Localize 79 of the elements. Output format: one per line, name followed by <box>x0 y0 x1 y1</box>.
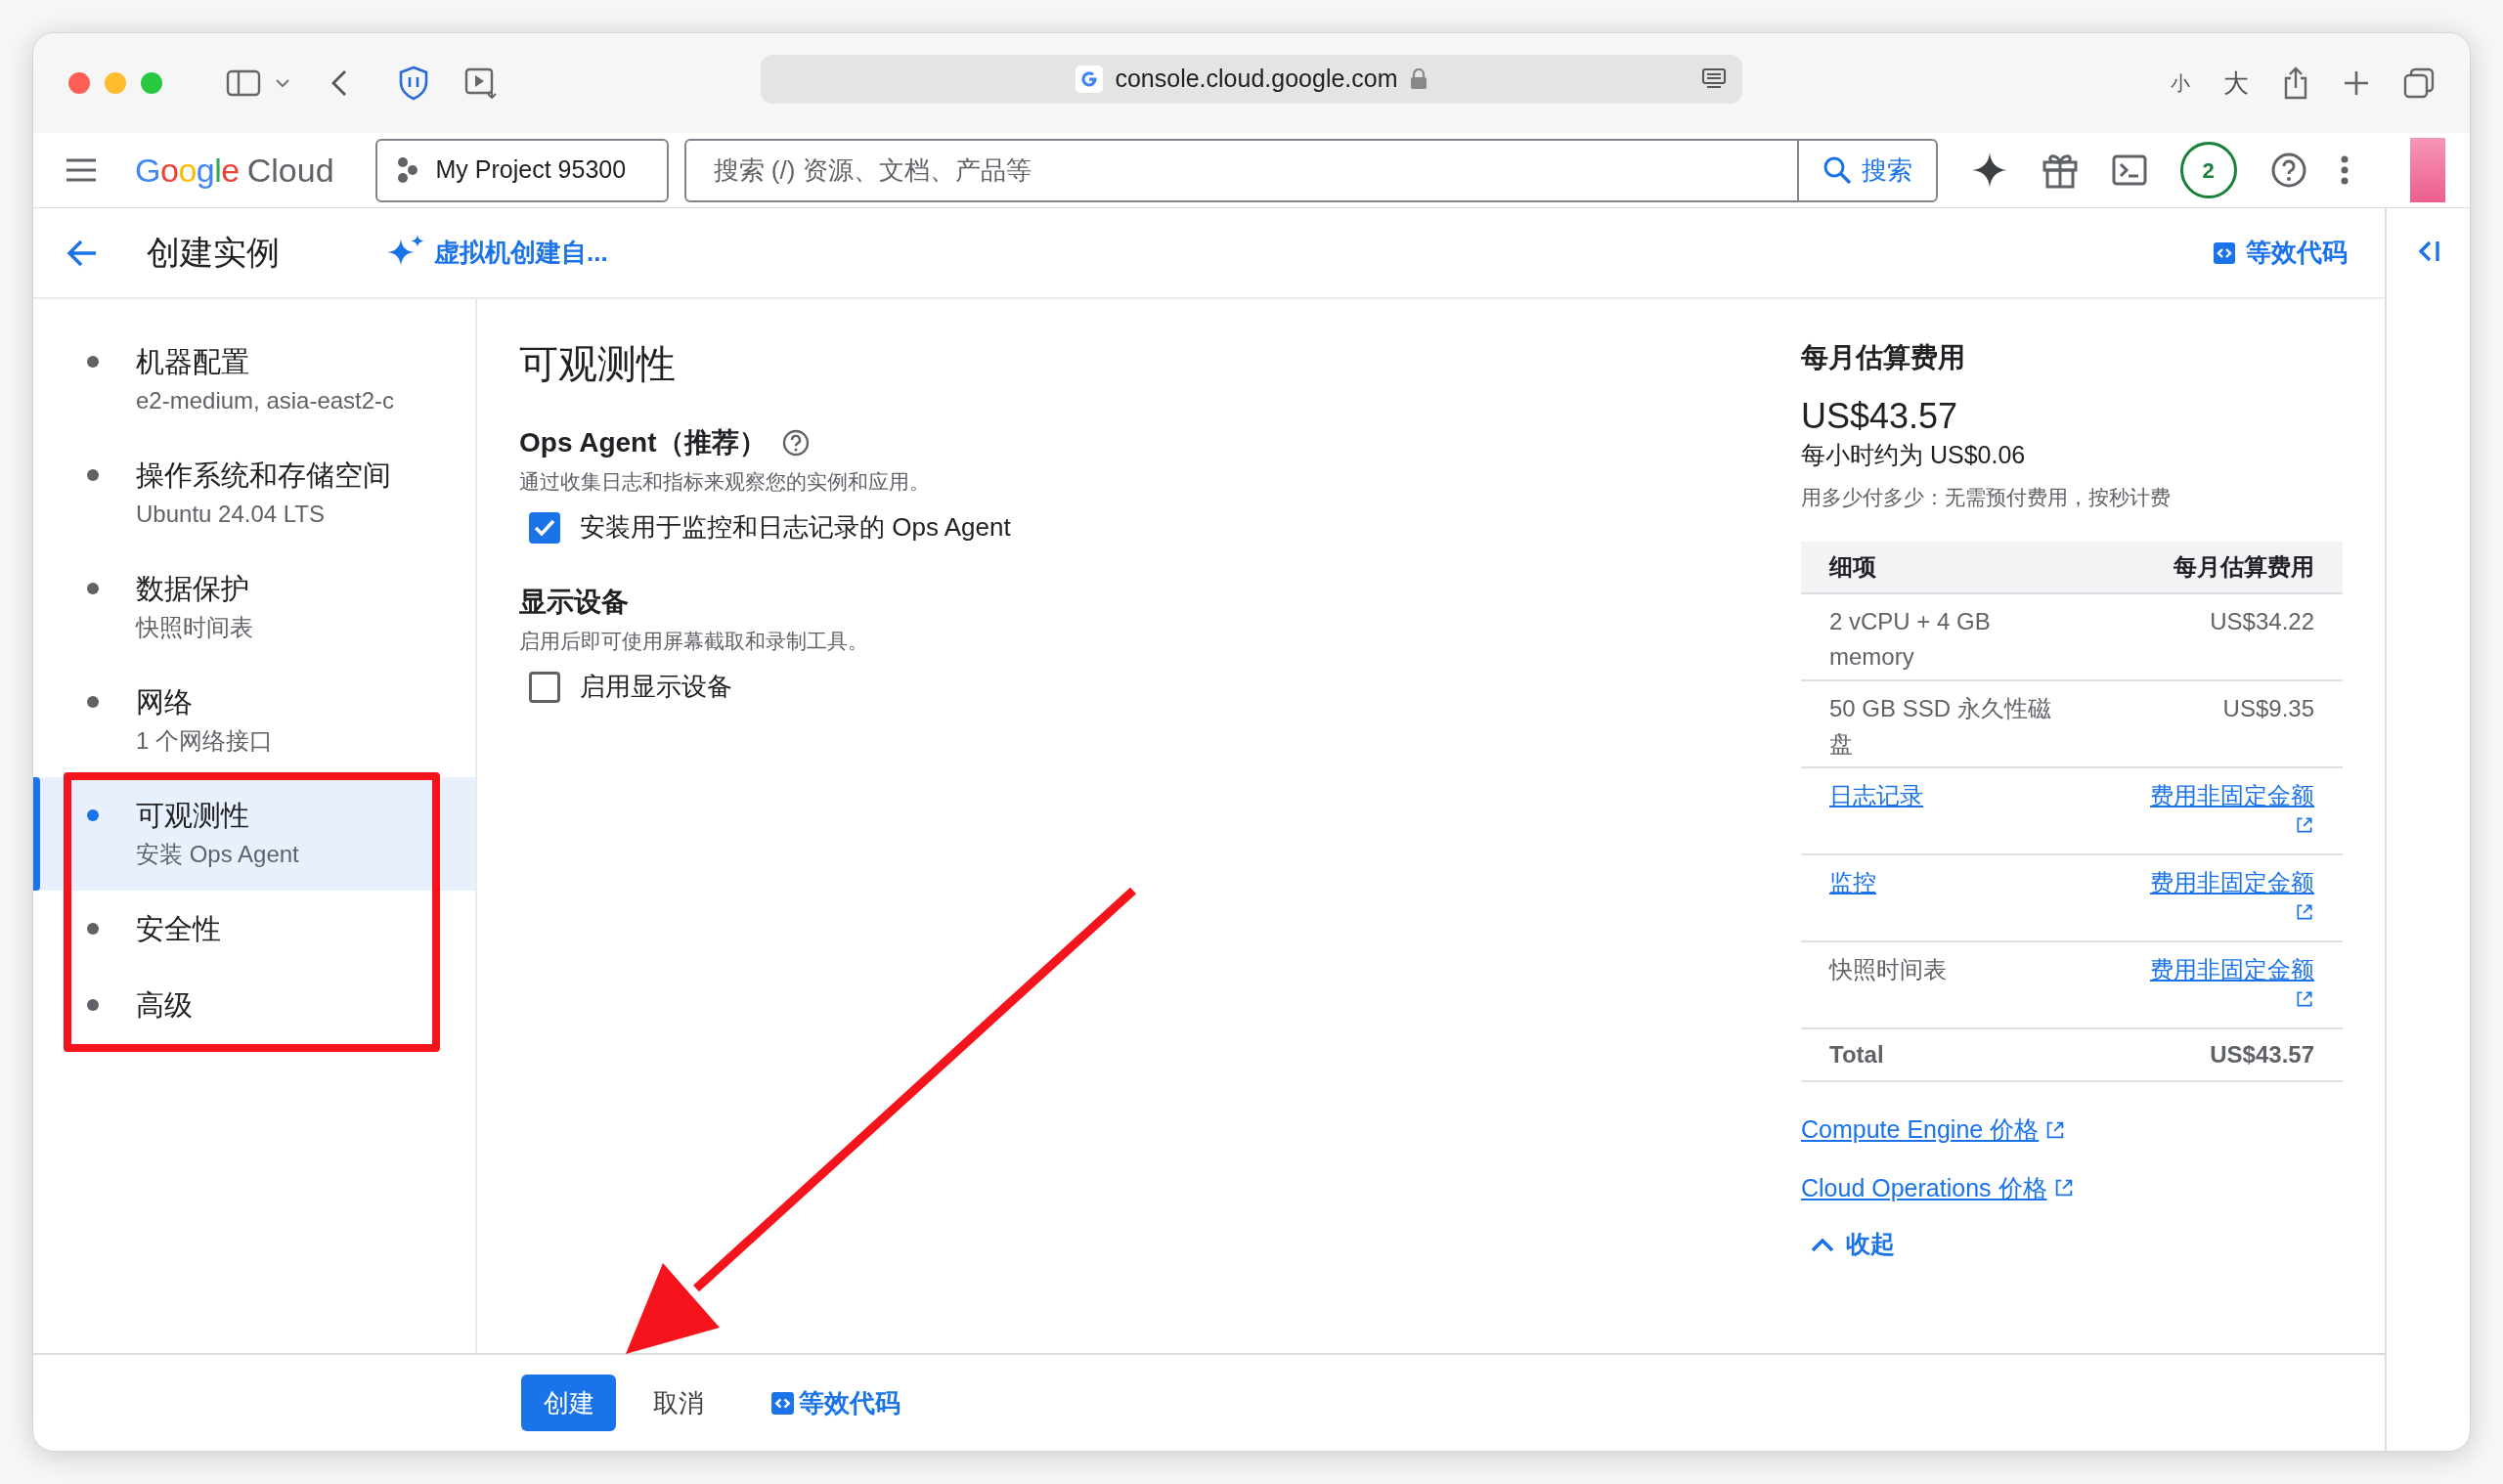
page-title: 创建实例 <box>147 233 280 273</box>
item-link[interactable]: 监控 <box>1829 865 2074 900</box>
chevron-down-icon[interactable] <box>275 77 290 89</box>
monthly-amount: US$43.57 <box>1801 395 1959 438</box>
assistant-link[interactable]: 虚拟机创建自... <box>385 232 608 274</box>
table-cell-text: US$9.35 <box>2222 694 2314 723</box>
google-cloud-logo[interactable]: Google Cloud <box>135 145 334 196</box>
cost-link[interactable]: 费用非固定金额 <box>2150 952 2314 1009</box>
item-link[interactable]: 日志记录 <box>1829 778 2074 813</box>
hourly-amount: 每小时约为 US$0.06 <box>1801 440 2027 470</box>
help-icon[interactable] <box>2269 152 2307 189</box>
table-cell-text: 2 vCPU + 4 GB memory <box>1829 607 1992 672</box>
lock-icon <box>1409 68 1427 90</box>
cancel-button[interactable]: 取消 <box>653 1383 704 1422</box>
search-field[interactable]: 搜索 (/) 资源、文档、产品等 搜索 <box>683 138 1938 202</box>
external-link-icon <box>2295 902 2314 922</box>
media-icon[interactable] <box>464 67 498 99</box>
address-bar[interactable]: console.cloud.google.com <box>761 55 1742 104</box>
search-button[interactable]: 搜索 <box>1796 140 1936 200</box>
sidebar-item[interactable]: 机器配置 e2-medium, asia-east2-c <box>33 324 475 437</box>
sidebar-item[interactable]: 数据保护 快照时间表 <box>33 550 475 664</box>
section-title: 可观测性 <box>519 341 677 387</box>
pricing-link[interactable]: Compute Engine 价格 <box>1801 1112 2067 1149</box>
pricing-link[interactable]: Cloud Operations 价格 <box>1801 1169 2075 1206</box>
table-cell-text: Total <box>1829 1040 1884 1069</box>
sidebar-item[interactable]: 网络 1 个网络接口 <box>33 664 475 777</box>
project-selector[interactable]: My Project 95300 <box>374 138 669 202</box>
collapse-button[interactable]: 收起 <box>1811 1226 1895 1263</box>
window-control-icon[interactable] <box>68 72 90 94</box>
project-icon <box>396 156 418 184</box>
more-icon[interactable] <box>2340 155 2349 185</box>
url-text: console.cloud.google.com <box>1115 64 1398 95</box>
table-cell-text: 50 GB SSD 永久性磁盘 <box>1829 694 2052 759</box>
text-larger-button[interactable]: 大 <box>2223 64 2249 103</box>
share-icon[interactable] <box>2282 66 2309 100</box>
notification-badge[interactable]: 2 <box>2179 142 2237 198</box>
table-cell-text: US$43.57 <box>2210 1040 2314 1069</box>
search-icon <box>1822 155 1852 185</box>
back-icon[interactable] <box>329 68 349 98</box>
checkbox[interactable] <box>529 671 560 703</box>
chevron-up-icon <box>1811 1236 1834 1252</box>
cost-link[interactable]: 费用非固定金额 <box>2150 865 2314 922</box>
google-g-icon <box>1076 65 1104 93</box>
table-cell-text: 快照时间表 <box>1829 955 1948 984</box>
sidebar-icon[interactable] <box>226 68 261 98</box>
checkbox-label: 启用显示设备 <box>580 671 732 703</box>
menu-icon[interactable] <box>65 157 98 183</box>
equivalent-code-link[interactable]: 等效代码 <box>2213 234 2348 272</box>
external-link-icon <box>2295 815 2314 835</box>
text-smaller-button[interactable]: 小 <box>2171 68 2190 98</box>
reader-icon[interactable] <box>1701 67 1727 91</box>
group-description: 通过收集日志和指标来观察您的实例和应用。 <box>519 469 931 495</box>
sidebar-item[interactable]: 操作系统和存储空间 Ubuntu 24.04 LTS <box>33 437 475 550</box>
back-arrow-icon[interactable] <box>66 238 98 268</box>
gift-icon[interactable] <box>2041 152 2079 189</box>
sidebar-item[interactable]: 可观测性 安装 Ops Agent <box>33 777 475 891</box>
table-cell-text: US$34.22 <box>2210 607 2314 636</box>
group-title: 显示设备 <box>519 586 629 619</box>
billing-note: 用多少付多少：无需预付费用，按秒计费 <box>1801 485 2172 510</box>
tabs-icon[interactable] <box>2403 67 2435 99</box>
cost-link[interactable]: 费用非固定金额 <box>2150 778 2314 835</box>
code-icon <box>770 1390 795 1416</box>
group-description: 启用后即可使用屏幕截取和录制工具。 <box>519 629 869 654</box>
terminal-icon[interactable] <box>2111 154 2147 186</box>
help-icon[interactable] <box>781 429 810 457</box>
cost-title: 每月估算费用 <box>1801 341 1966 374</box>
create-button[interactable]: 创建 <box>521 1375 616 1431</box>
external-link-icon <box>2295 989 2314 1009</box>
plus-icon[interactable] <box>2343 69 2370 97</box>
group-title: Ops Agent（推荐） <box>519 426 767 459</box>
equivalent-code-link[interactable]: 等效代码 <box>770 1383 900 1422</box>
checkbox[interactable] <box>529 511 560 544</box>
column-header: 每月估算费用 <box>2174 552 2314 582</box>
checkbox-label: 安装用于监控和日志记录的 Ops Agent <box>580 511 1011 544</box>
shield-icon[interactable] <box>398 65 429 101</box>
sidebar-item[interactable]: 安全性 <box>33 891 475 967</box>
sidebar-item[interactable]: 高级 <box>33 967 475 1043</box>
column-header: 细项 <box>1829 552 1876 582</box>
code-icon <box>2213 240 2236 265</box>
